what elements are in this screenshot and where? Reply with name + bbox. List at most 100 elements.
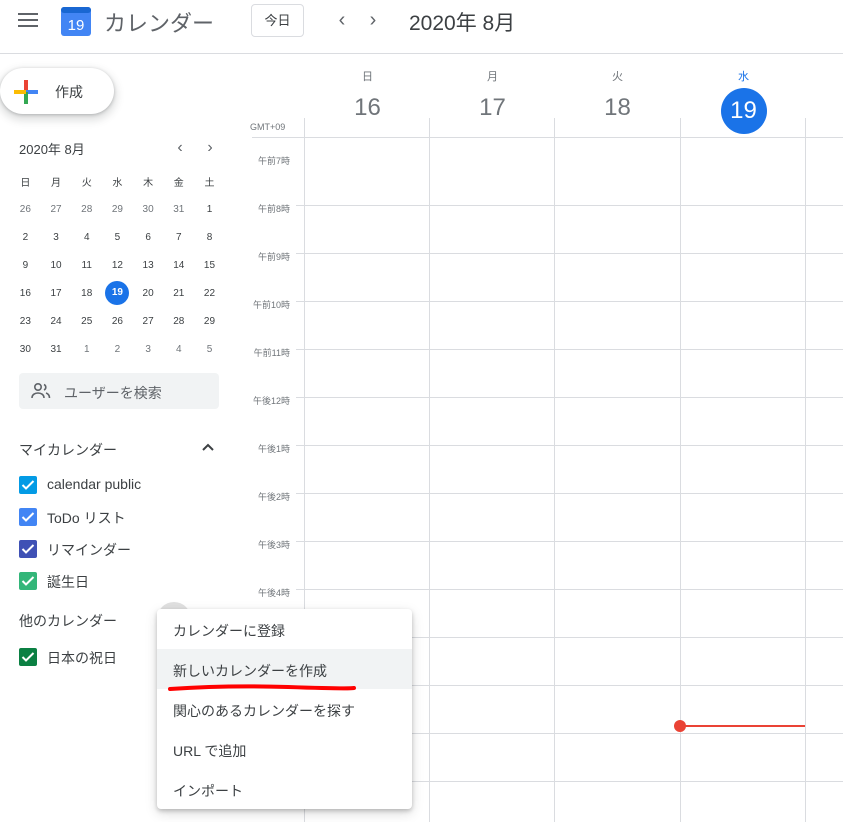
mini-day[interactable]: 18: [71, 288, 102, 299]
day-number: 18: [604, 94, 631, 121]
menu-item-from-url[interactable]: URL で追加: [157, 729, 412, 769]
mini-weekday: 木: [143, 177, 154, 189]
mini-week-row: 16 17 18 19 20 21 22: [10, 279, 225, 307]
chevron-right-icon[interactable]: ›: [361, 8, 385, 32]
day-number-today: 19: [720, 88, 767, 134]
grid-header-line: [252, 137, 843, 138]
day-column-line: [429, 118, 430, 822]
calendar-item-label: ToDo リスト: [47, 510, 126, 526]
calendar-item-label: calendar public: [47, 476, 142, 492]
mini-day[interactable]: 28: [163, 316, 194, 327]
mini-day[interactable]: 21: [163, 288, 194, 299]
day-header[interactable]: 月 17: [430, 68, 555, 128]
hour-line: [296, 541, 843, 542]
calendar-logo-icon[interactable]: 19: [60, 5, 92, 37]
people-icon: [31, 382, 51, 399]
chevron-left-icon[interactable]: ‹: [330, 8, 354, 32]
mini-day[interactable]: 2: [102, 344, 133, 355]
mini-prev-icon[interactable]: ‹: [172, 139, 188, 157]
mini-day[interactable]: 4: [71, 232, 102, 243]
mini-day[interactable]: 4: [163, 344, 194, 355]
mini-day[interactable]: 1: [71, 344, 102, 355]
mini-day[interactable]: 24: [41, 316, 72, 327]
hour-line: [296, 397, 843, 398]
mini-day[interactable]: 30: [10, 344, 41, 355]
day-number-wrap: 19: [681, 88, 806, 134]
plus-icon: [14, 80, 38, 104]
checkbox-checked-icon[interactable]: [19, 476, 37, 494]
menu-item-create-new[interactable]: 新しいカレンダーを作成: [157, 649, 412, 689]
mini-week-row: 23 24 25 26 27 28 29: [10, 307, 225, 335]
mini-day[interactable]: 9: [10, 260, 41, 271]
mini-day[interactable]: 31: [163, 204, 194, 215]
main-menu-icon[interactable]: [18, 13, 38, 29]
time-label: 午後3時: [257, 540, 290, 550]
mini-day[interactable]: 28: [71, 204, 102, 215]
mini-day[interactable]: 15: [194, 260, 225, 271]
mini-day-today[interactable]: 19: [102, 281, 133, 305]
hour-line: [296, 445, 843, 446]
mini-day[interactable]: 3: [133, 344, 164, 355]
time-label: 午後1時: [257, 444, 290, 454]
mini-day[interactable]: 8: [194, 232, 225, 243]
mini-day[interactable]: 26: [10, 204, 41, 215]
day-header[interactable]: 日 16: [305, 68, 430, 128]
checkbox-checked-icon[interactable]: [19, 648, 37, 666]
current-range-title: 2020年 8月: [409, 12, 516, 35]
mini-day[interactable]: 17: [41, 288, 72, 299]
menu-item-import[interactable]: インポート: [157, 769, 412, 809]
mini-day[interactable]: 5: [194, 344, 225, 355]
mini-day[interactable]: 16: [10, 288, 41, 299]
mini-day[interactable]: 6: [133, 232, 164, 243]
mini-week-row: 9 10 11 12 13 14 15: [10, 251, 225, 279]
day-header[interactable]: 火 18: [555, 68, 680, 128]
mini-day[interactable]: 29: [194, 316, 225, 327]
checkbox-checked-icon[interactable]: [19, 508, 37, 526]
mini-day[interactable]: 13: [133, 260, 164, 271]
other-calendars-title[interactable]: 他のカレンダー: [19, 611, 117, 631]
mini-day[interactable]: 12: [102, 260, 133, 271]
mini-week-row: 2 3 4 5 6 7 8: [10, 223, 225, 251]
mini-day[interactable]: 2: [10, 232, 41, 243]
mini-day[interactable]: 23: [10, 316, 41, 327]
mini-day[interactable]: 26: [102, 316, 133, 327]
add-calendar-menu: カレンダーに登録 新しいカレンダーを作成 関心のあるカレンダーを探す URL で…: [157, 609, 412, 809]
checkbox-checked-icon[interactable]: [19, 572, 37, 590]
create-button[interactable]: 作成: [0, 68, 114, 114]
mini-day[interactable]: 10: [41, 260, 72, 271]
search-people-input[interactable]: ユーザーを検索: [19, 373, 219, 409]
menu-item-browse[interactable]: 関心のあるカレンダーを探す: [157, 689, 412, 729]
mini-day[interactable]: 7: [163, 232, 194, 243]
day-column-line: [680, 118, 681, 822]
search-people-placeholder: ユーザーを検索: [64, 385, 162, 401]
mini-next-icon[interactable]: ›: [202, 139, 218, 157]
mini-day[interactable]: 3: [41, 232, 72, 243]
mini-day[interactable]: 29: [102, 204, 133, 215]
mini-day[interactable]: 25: [71, 316, 102, 327]
menu-item-label: 関心のあるカレンダーを探す: [173, 703, 355, 719]
mini-day[interactable]: 11: [71, 260, 102, 271]
mini-day[interactable]: 27: [41, 204, 72, 215]
mini-day[interactable]: 5: [102, 232, 133, 243]
mini-day[interactable]: 14: [163, 260, 194, 271]
hour-line: [296, 349, 843, 350]
mini-day[interactable]: 30: [133, 204, 164, 215]
checkbox-checked-icon[interactable]: [19, 540, 37, 558]
today-button[interactable]: 今日: [251, 4, 304, 37]
chevron-up-icon[interactable]: [201, 442, 215, 452]
mini-day[interactable]: 27: [133, 316, 164, 327]
menu-item-subscribe[interactable]: カレンダーに登録: [157, 609, 412, 649]
mini-today-label: 19: [105, 281, 130, 305]
mini-day[interactable]: 20: [133, 288, 164, 299]
my-calendars-title[interactable]: マイカレンダー: [19, 440, 117, 460]
time-label: 午後2時: [257, 492, 290, 502]
mini-day[interactable]: 1: [194, 204, 225, 215]
calendar-item-label: リマインダー: [47, 542, 131, 558]
mini-day[interactable]: 22: [194, 288, 225, 299]
timezone-label: GMT+09: [250, 122, 286, 132]
day-header-today[interactable]: 水 19: [681, 68, 806, 134]
mini-day[interactable]: 31: [41, 344, 72, 355]
current-time-dot: [674, 720, 686, 732]
mini-week-row: 30 31 1 2 3 4 5: [10, 335, 225, 363]
current-time-line: [680, 725, 805, 727]
